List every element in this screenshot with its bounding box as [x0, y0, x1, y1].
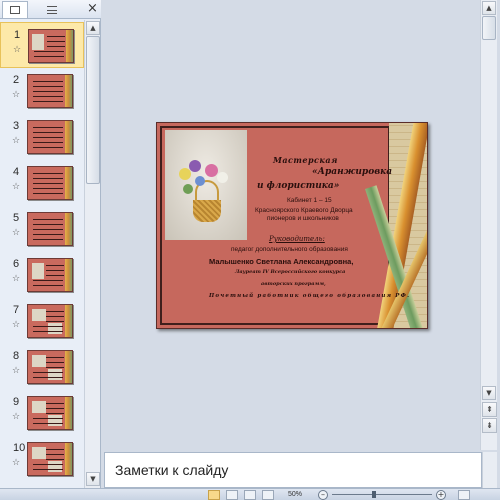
- close-panel-button[interactable]: ×: [86, 2, 99, 16]
- slide-thumbnail[interactable]: [27, 304, 73, 338]
- slide-thumbnail-row[interactable]: 6 ☆: [0, 252, 84, 298]
- slide-thumbnail-row[interactable]: 1 ☆: [0, 22, 84, 68]
- slide-scrollbar-thumb[interactable]: [482, 16, 496, 40]
- scroll-down-button[interactable]: ▼: [86, 472, 100, 486]
- leader-name: Малышенко Светлана Александровна,: [209, 257, 354, 266]
- palace-text-line-1: Красноярского Краевого Дворца: [255, 207, 353, 214]
- flower-white: [217, 172, 228, 183]
- slide-thumbnail[interactable]: [27, 166, 73, 200]
- slide-thumbnail-row[interactable]: 8 ☆: [0, 344, 84, 390]
- slide-thumbnail[interactable]: [27, 74, 73, 108]
- flower-basket-photo: [165, 130, 247, 240]
- slide-thumbnail-row[interactable]: 4 ☆: [0, 160, 84, 206]
- palace-text-line-2: пионеров и школьников: [267, 215, 339, 222]
- slide-number: 4: [13, 166, 20, 178]
- slide-thumbnail-row[interactable]: 5 ☆: [0, 206, 84, 252]
- slide-number: 6: [13, 258, 20, 270]
- slide-thumbnail[interactable]: [27, 212, 73, 246]
- slide-thumbnail[interactable]: [27, 258, 73, 292]
- leader-role: педагог дополнительного образования: [231, 246, 348, 253]
- zoom-slider-track[interactable]: [332, 494, 432, 495]
- slideshow-view-button[interactable]: [262, 490, 274, 500]
- slide-number: 7: [13, 304, 20, 316]
- award-note-line-3: Почетный работник общего образования РФ.: [209, 293, 411, 299]
- notes-pane[interactable]: Заметки к слайду: [104, 452, 482, 488]
- slide-number: 2: [13, 74, 20, 86]
- slide-title-line-2: «Аранжировка: [312, 167, 393, 177]
- reading-view-button[interactable]: [244, 490, 256, 500]
- transition-star-icon: ☆: [12, 228, 21, 238]
- previous-slide-button[interactable]: ⇞: [482, 402, 497, 417]
- slide-number: 9: [13, 396, 20, 408]
- scroll-up-button[interactable]: ▲: [86, 21, 100, 35]
- slides-tab[interactable]: [2, 1, 28, 18]
- slide-thumbnail-row[interactable]: 9 ☆: [0, 390, 84, 436]
- slide-thumbnail[interactable]: [27, 442, 73, 476]
- status-bar: 50% – +: [0, 488, 500, 500]
- next-slide-button[interactable]: ⇟: [482, 418, 497, 433]
- transition-star-icon: ☆: [12, 182, 21, 192]
- normal-view-button[interactable]: [208, 490, 220, 500]
- slides-tab-icon: [10, 6, 20, 14]
- transition-star-icon: ☆: [12, 136, 21, 146]
- transition-star-icon: ☆: [12, 90, 21, 100]
- zoom-slider-knob[interactable]: [372, 491, 376, 498]
- flower-yellow: [179, 168, 191, 180]
- slide-scroll-up-button[interactable]: ▲: [482, 1, 496, 15]
- slide-number: 10: [13, 442, 26, 454]
- leaf-green: [183, 184, 193, 194]
- flower-blue: [195, 176, 205, 186]
- transition-star-icon: ☆: [12, 274, 21, 284]
- slide-thumbnail[interactable]: [27, 120, 73, 154]
- slide-thumbnail-list: 1 ☆ 2 ☆ 3 ☆ 4 ☆ 5 ☆ 6 ☆ 7 ☆ 8 ☆ 9 ☆ 10 ☆: [0, 20, 84, 488]
- slide-thumbnail-row[interactable]: 10 ☆: [0, 436, 84, 482]
- slide-number: 3: [13, 120, 20, 132]
- slide-number: 5: [13, 212, 20, 224]
- slides-panel: × 1 ☆ 2 ☆ 3 ☆ 4 ☆ 5 ☆ 6 ☆ 7 ☆ 8 ☆ 9 ☆ 10 ☆ ▲ ▼: [0, 0, 101, 488]
- notes-scrollbar[interactable]: [482, 452, 497, 488]
- transition-star-icon: ☆: [12, 412, 21, 422]
- zoom-level[interactable]: 50%: [288, 490, 302, 500]
- slide-title-line-1: Мастерская: [273, 155, 338, 165]
- award-note-line-2: авторских программ,: [261, 281, 326, 287]
- outline-tab-icon: [47, 5, 57, 14]
- zoom-in-button[interactable]: +: [436, 490, 446, 500]
- slide-title-line-3: и флористика»: [257, 181, 340, 191]
- scrollbar-thumb[interactable]: [86, 36, 100, 184]
- slide-thumbnail-row[interactable]: 2 ☆: [0, 68, 84, 114]
- zoom-out-button[interactable]: –: [318, 490, 328, 500]
- slide-sorter-view-button[interactable]: [226, 490, 238, 500]
- slide-number: 8: [13, 350, 20, 362]
- current-slide[interactable]: Мастерская «Аранжировка и флористика» Ка…: [156, 122, 428, 329]
- flower-purple: [189, 160, 201, 172]
- slide-thumbnail[interactable]: [28, 29, 74, 63]
- transition-star-icon: ☆: [13, 45, 22, 55]
- transition-star-icon: ☆: [12, 320, 21, 330]
- slide-thumbnail[interactable]: [27, 350, 73, 384]
- transition-star-icon: ☆: [12, 366, 21, 376]
- panel-tab-strip: ×: [0, 0, 101, 19]
- thumbnail-scrollbar[interactable]: ▲ ▼: [84, 20, 100, 488]
- cabinet-text: Кабинет 1 – 15: [287, 197, 332, 204]
- notes-placeholder[interactable]: Заметки к слайду: [115, 462, 228, 478]
- flower-pink: [205, 164, 218, 177]
- transition-star-icon: ☆: [12, 458, 21, 468]
- leader-label: Руководитель:: [269, 235, 325, 243]
- award-note-line-1: Лауреат IV Всероссийского конкурса: [235, 269, 346, 275]
- outline-tab[interactable]: [39, 1, 65, 18]
- slide-thumbnail-row[interactable]: 3 ☆: [0, 114, 84, 160]
- slide-number: 1: [14, 29, 21, 41]
- fit-to-window-button[interactable]: [458, 490, 470, 500]
- slide-thumbnail[interactable]: [27, 396, 73, 430]
- basket: [193, 200, 221, 222]
- slide-scrollbar[interactable]: ▲ ▼ ⇞ ⇟: [480, 0, 497, 450]
- slide-thumbnail-row[interactable]: 7 ☆: [0, 298, 84, 344]
- slide-scroll-down-button[interactable]: ▼: [482, 386, 496, 400]
